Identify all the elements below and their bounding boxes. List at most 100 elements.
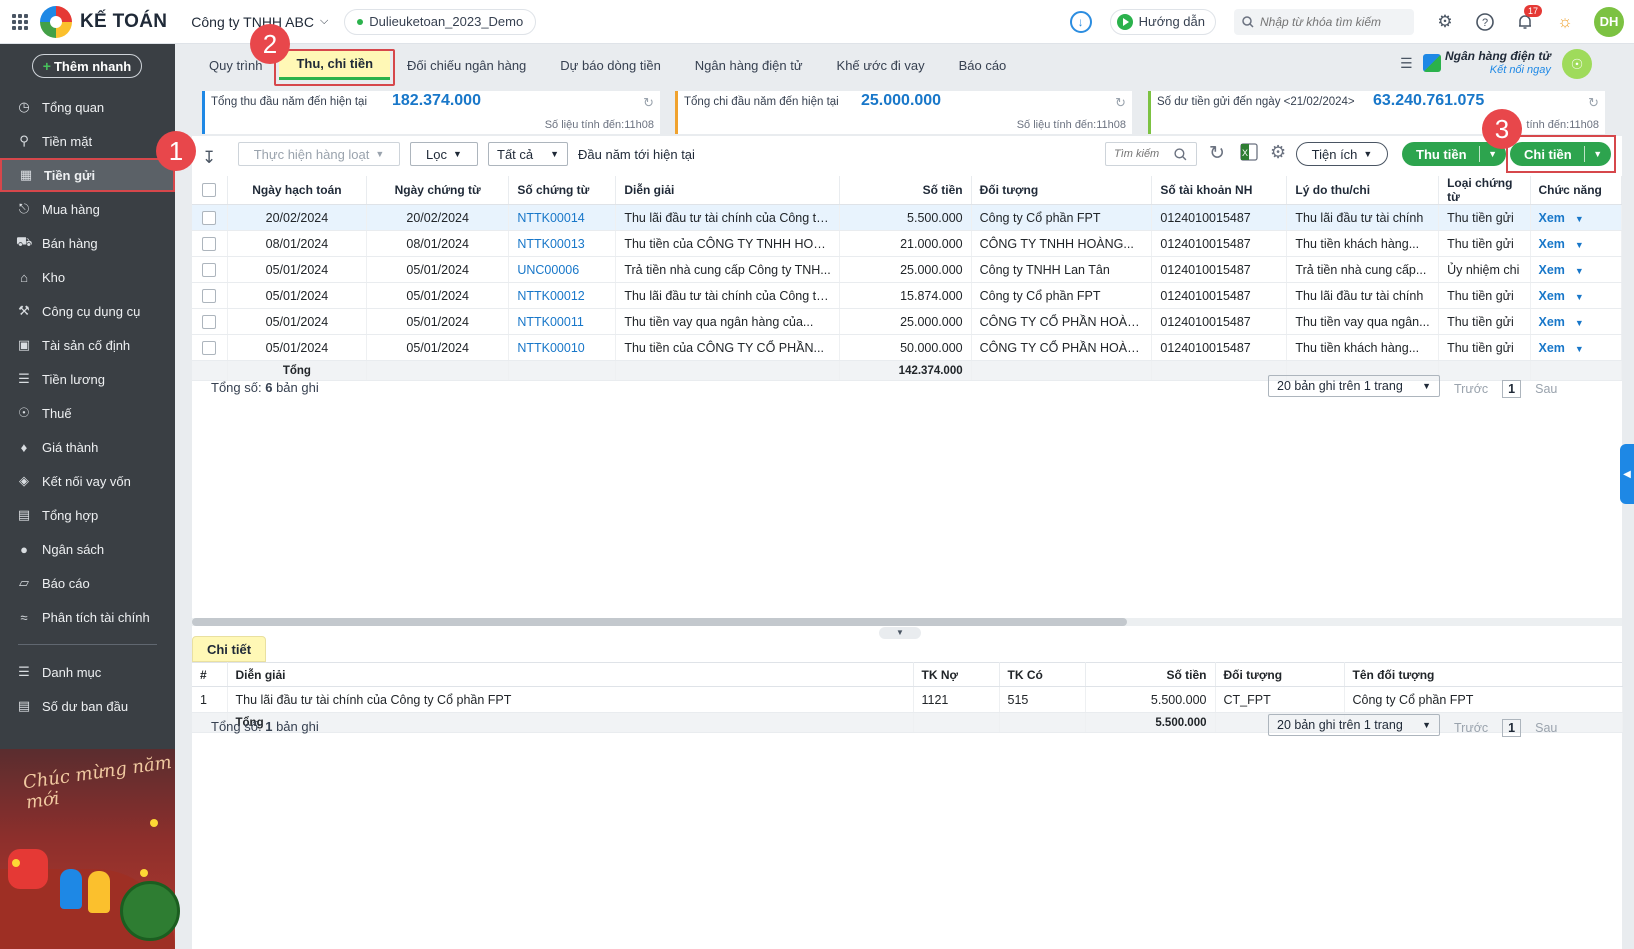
caret-down-icon[interactable]: ▼ [1575, 292, 1584, 302]
column-header[interactable]: Đối tượng [1215, 662, 1345, 687]
column-header[interactable]: Diễn giải [615, 176, 840, 205]
gear-icon[interactable]: ⚙ [1270, 142, 1286, 163]
grid-search-input[interactable] [1114, 148, 1174, 160]
row-checkbox[interactable] [192, 204, 228, 231]
column-header[interactable]: # [192, 662, 228, 687]
tab-detail[interactable]: Chi tiết [192, 636, 266, 662]
page-size-select[interactable]: 20 bản ghi trên 1 trang ▼ [1268, 375, 1440, 397]
view-button[interactable]: Xem [1539, 211, 1565, 225]
bell-icon[interactable]: 17 [1514, 4, 1542, 33]
table-row[interactable]: 05/01/2024 05/01/2024 NTTK00011 Thu tiền va… [192, 308, 1622, 335]
caret-down-icon[interactable]: ▼ [1585, 149, 1611, 159]
tab-6[interactable]: Báo cáo [942, 50, 1024, 80]
doc-number-link[interactable]: NTTK00014 [517, 211, 584, 225]
lightbulb-icon[interactable]: ☉ [1562, 49, 1592, 79]
sidebar-item-warehouse[interactable]: ⌂ Kho [0, 260, 175, 294]
column-header[interactable]: Lý do thu/chi [1286, 176, 1440, 205]
sidebar-item-payroll[interactable]: ☰ Tiền lương [0, 362, 175, 396]
ebank-connect-link[interactable]: Ngân hàng điện tử Kết nối ngay [1423, 48, 1553, 78]
prev-page-button[interactable]: Trước [1454, 721, 1488, 735]
database-selector[interactable]: Dulieuketoan_2023_Demo [344, 8, 537, 35]
table-row[interactable]: 05/01/2024 05/01/2024 NTTK00010 Thu tiền củ… [192, 334, 1622, 361]
table-row[interactable]: 20/02/2024 20/02/2024 NTTK00014 Thu lãi đầu… [192, 204, 1622, 231]
sidebar-item-tax[interactable]: ☉ Thuế [0, 396, 175, 430]
scope-select[interactable]: Tất cả ▼ [488, 142, 568, 166]
caret-down-icon[interactable]: ▼ [1575, 344, 1584, 354]
refresh-icon[interactable]: ↻ [643, 95, 654, 111]
avatar[interactable]: DH [1594, 6, 1624, 37]
doc-number-link[interactable]: NTTK00013 [517, 237, 584, 251]
doc-number-link[interactable]: NTTK00012 [517, 289, 584, 303]
prev-page-button[interactable]: Trước [1454, 382, 1488, 396]
sidebar-item-opening-balance[interactable]: ▤ Số dư ban đầu [0, 689, 175, 723]
column-header[interactable]: Ngày chứng từ [366, 176, 510, 205]
column-header[interactable]: Ngày hạch toán [227, 176, 368, 205]
pay-money-button[interactable]: Chi tiền ▼ [1510, 142, 1611, 166]
current-page[interactable]: 1 [1502, 719, 1522, 737]
next-page-button[interactable]: Sau [1535, 382, 1557, 396]
column-header[interactable]: TK Nợ [913, 662, 1000, 687]
column-header[interactable]: Đối tượng [971, 176, 1153, 205]
detail-row[interactable]: 1 Thu lãi đầu tư tài chính của Công ty Cổ… [192, 686, 1623, 713]
excel-export-icon[interactable]: X [1239, 142, 1259, 167]
sidebar-item-budget[interactable]: ● Ngân sách [0, 532, 175, 566]
row-actions[interactable]: Xem ▼ [1530, 334, 1622, 361]
help-icon[interactable]: ? [1474, 11, 1496, 33]
refresh-icon[interactable]: ↻ [1209, 142, 1225, 165]
column-header[interactable]: Chức năng [1530, 176, 1622, 205]
global-search-input[interactable] [1260, 14, 1400, 29]
doc-number-link[interactable]: NTTK00010 [517, 341, 584, 355]
row-actions[interactable]: Xem ▼ [1530, 204, 1622, 231]
row-actions[interactable]: Xem ▼ [1530, 256, 1622, 283]
tab-1[interactable]: Thu, chi tiền [279, 50, 391, 80]
sidebar-item-analysis[interactable]: ≈ Phân tích tài chính [0, 600, 175, 634]
gear-icon[interactable]: ⚙ [1434, 11, 1456, 33]
utilities-button[interactable]: Tiện ích ▼ [1296, 142, 1388, 166]
sidebar-item-asset[interactable]: ▣ Tài sản cố định [0, 328, 175, 362]
caret-down-icon[interactable]: ▼ [1575, 240, 1584, 250]
view-button[interactable]: Xem [1539, 237, 1565, 251]
sidebar-item-cart[interactable]: ⛟ Bán hàng [0, 226, 175, 260]
caret-down-icon[interactable]: ▼ [1575, 214, 1584, 224]
doc-number-link[interactable]: NTTK00011 [517, 315, 583, 329]
sidebar-item-price-tag[interactable]: ♦ Giá thành [0, 430, 175, 464]
tab-2[interactable]: Đối chiếu ngân hàng [390, 50, 543, 80]
view-button[interactable]: Xem [1539, 315, 1565, 329]
sidebar-item-tools[interactable]: ⚒ Công cụ dụng cụ [0, 294, 175, 328]
next-page-button[interactable]: Sau [1535, 721, 1557, 735]
row-checkbox[interactable] [192, 282, 228, 309]
table-row[interactable]: 05/01/2024 05/01/2024 NTTK00012 Thu lãi đầu… [192, 282, 1622, 309]
app-grid-icon[interactable] [12, 13, 28, 30]
sidebar-item-shopping-bag[interactable]: ⎋ Mua hàng [0, 192, 175, 226]
horizontal-scrollbar[interactable] [192, 618, 1622, 626]
column-header[interactable]: Số tiền [839, 176, 972, 205]
row-checkbox[interactable] [192, 230, 228, 257]
quick-add-button[interactable]: + Thêm nhanh [32, 54, 142, 78]
current-page[interactable]: 1 [1502, 380, 1522, 398]
sidebar-item-report[interactable]: ▱ Báo cáo [0, 566, 175, 600]
refresh-icon[interactable]: ↻ [1588, 95, 1599, 111]
sidebar-item-bank[interactable]: ▦ Tiền gửi [0, 158, 175, 192]
guide-button[interactable]: Hướng dẫn [1109, 8, 1216, 35]
column-header[interactable]: Số tài khoản NH [1151, 176, 1288, 205]
select-all-checkbox[interactable] [192, 176, 228, 205]
sidebar-item-dashboard[interactable]: ◷ Tổng quan [0, 90, 175, 124]
row-checkbox[interactable] [192, 308, 228, 335]
row-actions[interactable]: Xem ▼ [1530, 282, 1622, 309]
column-header[interactable]: Diễn giải [227, 662, 914, 687]
table-row[interactable]: 05/01/2024 05/01/2024 UNC00006 Trả tiền nhà… [192, 256, 1622, 283]
row-actions[interactable]: Xem ▼ [1530, 230, 1622, 257]
tab-3[interactable]: Dự báo dòng tiền [543, 50, 678, 80]
caret-down-icon[interactable]: ▼ [1480, 149, 1506, 159]
scrollbar-thumb[interactable] [192, 618, 1127, 626]
column-header[interactable]: TK Có [999, 662, 1086, 687]
sort-icon[interactable]: ↧ [202, 148, 216, 168]
period-label[interactable]: Đầu năm tới hiện tại [578, 147, 695, 162]
gift-icon[interactable]: ☼ [1554, 11, 1576, 33]
sidebar-item-cash[interactable]: ⚲ Tiền mặt [0, 124, 175, 158]
sidebar-item-ledger[interactable]: ▤ Tổng hợp [0, 498, 175, 532]
tab-5[interactable]: Khế ước đi vay [820, 50, 942, 80]
table-row[interactable]: 08/01/2024 08/01/2024 NTTK00013 Thu tiền củ… [192, 230, 1622, 257]
page-size-select[interactable]: 20 bản ghi trên 1 trang ▼ [1268, 714, 1440, 736]
caret-down-icon[interactable]: ▼ [1575, 266, 1584, 276]
